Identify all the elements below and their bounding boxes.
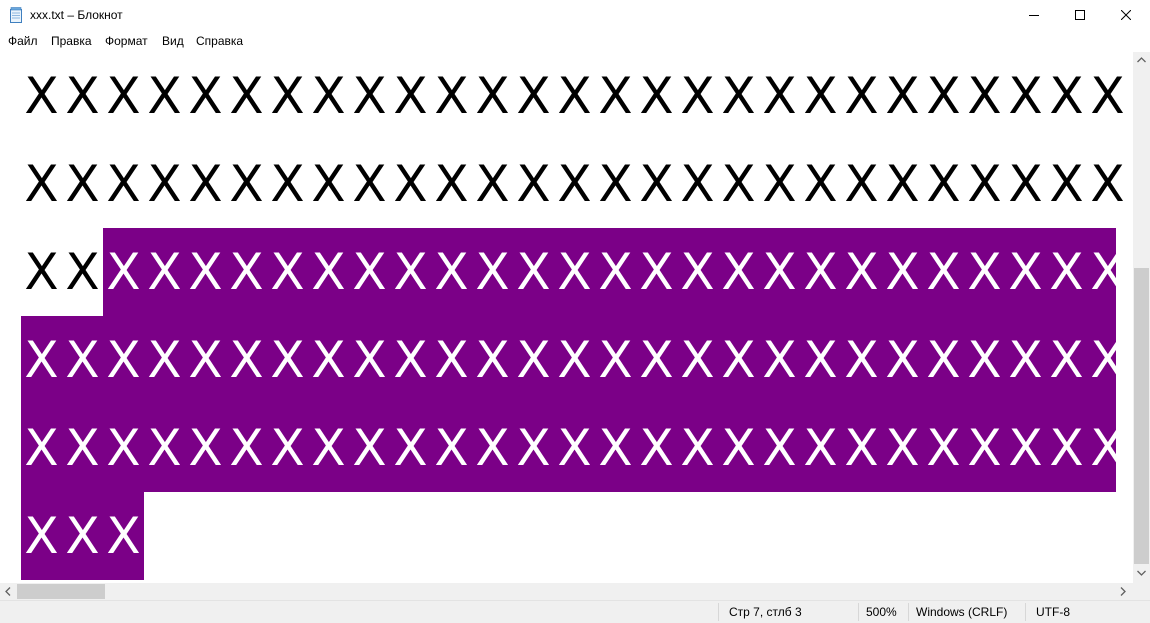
scroll-right-arrow-icon[interactable] — [1120, 587, 1126, 596]
text-line: XXX — [24, 507, 141, 565]
close-button[interactable] — [1103, 0, 1149, 30]
status-separator — [718, 603, 719, 621]
minimize-button[interactable] — [1011, 0, 1057, 30]
window-title: xxx.txt – Блокнот — [30, 8, 123, 22]
menu-edit[interactable]: Правка — [51, 33, 92, 49]
text-line: XXXXXXXXXXXXXXXXXXXXXXXXXXX — [24, 419, 1125, 477]
scroll-left-arrow-icon[interactable] — [5, 587, 11, 596]
minimize-icon — [1029, 15, 1039, 16]
vertical-scrollbar[interactable] — [1133, 52, 1150, 583]
title-bar[interactable]: xxx.txt – Блокнот — [0, 0, 1150, 31]
status-separator — [858, 603, 859, 621]
notepad-icon — [9, 7, 23, 23]
status-separator — [1025, 603, 1026, 621]
menu-file[interactable]: Файл — [8, 33, 38, 49]
scrollbar-corner — [1133, 583, 1150, 600]
status-line-ending: Windows (CRLF) — [916, 605, 1008, 619]
status-zoom: 500% — [866, 605, 897, 619]
menu-help[interactable]: Справка — [196, 33, 243, 49]
text-line: XXXXXXXXXXXXXXXXXXXXXXXXXXX — [24, 331, 1125, 389]
vertical-scroll-thumb[interactable] — [1134, 268, 1149, 564]
maximize-icon — [1075, 10, 1085, 20]
menu-view[interactable]: Вид — [162, 33, 184, 49]
status-encoding: UTF-8 — [1036, 605, 1070, 619]
menu-bar: Файл Правка Формат Вид Справка — [0, 31, 1150, 51]
scroll-up-arrow-icon[interactable] — [1137, 57, 1146, 63]
status-bar: Стр 7, стлб 3 500% Windows (CRLF) UTF-8 — [0, 600, 1150, 623]
text-line: XXXXXXXXXXXXXXXXXXXXXXXXXXX — [24, 67, 1125, 125]
maximize-button[interactable] — [1057, 0, 1103, 30]
scroll-down-arrow-icon[interactable] — [1137, 570, 1146, 576]
status-cursor-position: Стр 7, стлб 3 — [729, 605, 802, 619]
menu-format[interactable]: Формат — [105, 33, 148, 49]
horizontal-scrollbar[interactable] — [0, 583, 1133, 600]
text-line: XXXXXXXXXXXXXXXXXXXXXXXXXXX — [24, 155, 1125, 213]
text-editor[interactable]: XXXXXXXXXXXXXXXXXXXXXXXXXXXXXXXXXXXXXXXX… — [0, 52, 1133, 583]
text-line: XXXXXXXXXXXXXXXXXXXXXXXXXXX — [24, 243, 1125, 301]
close-icon — [1121, 10, 1131, 20]
status-separator — [908, 603, 909, 621]
horizontal-scroll-thumb[interactable] — [17, 584, 105, 599]
notepad-window: xxx.txt – Блокнот Файл Правка Формат Вид… — [0, 0, 1150, 623]
